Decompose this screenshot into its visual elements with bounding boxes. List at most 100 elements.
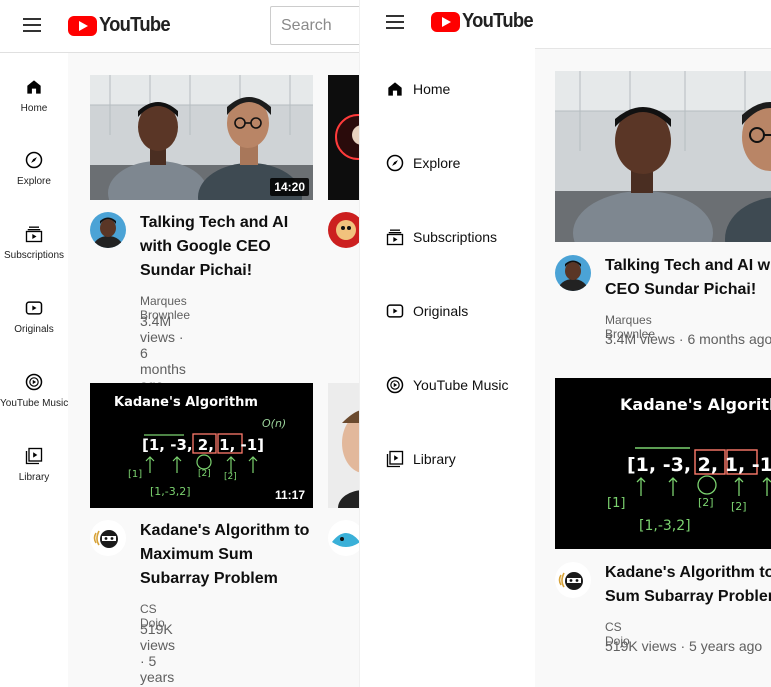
- video-title[interactable]: Kadane's Algorithm to Maximum Sum Subarr…: [140, 519, 340, 591]
- channel-avatar-partial[interactable]: [328, 520, 359, 556]
- hamburger-line: [386, 15, 404, 17]
- video-title-line: Talking Tech and AI wit: [605, 257, 771, 274]
- video-thumbnail[interactable]: 14:20: [90, 75, 313, 200]
- thumbnail-image-partial: [328, 383, 359, 508]
- guide-item-label: Library: [413, 451, 456, 467]
- video-title-line: Sum Subarray Problem: [605, 588, 771, 605]
- guide-item-originals[interactable]: Originals: [360, 291, 535, 331]
- video-thumbnail[interactable]: Kadane's Algorithm O(n) [1, -3, 2, 1, -1…: [90, 383, 313, 508]
- youtube-play-icon: [68, 15, 97, 36]
- logo-text: YouTube: [99, 14, 171, 36]
- mini-guide-label: Explore: [17, 176, 51, 187]
- channel-avatar[interactable]: [555, 562, 591, 598]
- avatar-image: [555, 255, 591, 291]
- hamburger-line: [23, 18, 41, 20]
- guide-item-label: Originals: [413, 303, 469, 319]
- mini-guide-label: YouTube Music: [0, 398, 69, 409]
- video-metadata: 519K views · 5 years ago: [140, 621, 176, 687]
- menu-button[interactable]: [386, 15, 404, 29]
- masthead: [535, 0, 771, 49]
- menu-button[interactable]: [23, 18, 41, 32]
- guide-item-label: YouTube Music: [413, 377, 509, 393]
- video-title-line: Kadane's Algorithm to: [140, 522, 310, 539]
- youtube-logo[interactable]: YouTube: [68, 14, 176, 37]
- mini-guide: Home Explore Subscriptions Originals You…: [0, 53, 68, 687]
- thumbnail-subarray: [1]: [128, 469, 142, 480]
- subscriptions-icon: [386, 229, 404, 246]
- thumbnail-array: [1, -3, 2, 1, -1]: [142, 436, 264, 454]
- mini-guide-library[interactable]: Library: [0, 446, 68, 483]
- thumbnail-note: O(n): [262, 417, 286, 430]
- guide-item-home[interactable]: Home: [360, 69, 535, 109]
- channel-avatar[interactable]: [90, 212, 126, 248]
- mini-guide-originals[interactable]: Originals: [0, 298, 68, 335]
- avatar-image: [328, 212, 359, 248]
- right-panel: YouTube Home Explore Subscriptions Origi…: [359, 0, 771, 687]
- video-thumbnail[interactable]: Kadane's Algorithm [1, -3, 2, 1, -1] [1]…: [555, 378, 771, 549]
- avatar-image: [555, 562, 591, 598]
- video-duration-badge: 14:20: [270, 178, 309, 196]
- guide-item-explore[interactable]: Explore: [360, 143, 535, 183]
- logo-text: YouTube: [462, 10, 534, 32]
- library-icon: [386, 450, 404, 468]
- guide-item-library[interactable]: Library: [360, 439, 535, 479]
- hamburger-line: [23, 30, 41, 32]
- guide-item-label: Explore: [413, 155, 461, 171]
- video-metadata: 3.4M views · 6 months ago: [140, 313, 186, 393]
- thumbnail-image-kadane: Kadane's Algorithm [1, -3, 2, 1, -1] [1]…: [555, 378, 771, 549]
- music-icon: [386, 376, 404, 394]
- thumbnail-subarray: [2]: [224, 472, 237, 482]
- left-panel: YouTube Home Explore Subscriptions Origi…: [0, 0, 359, 687]
- thumbnail-image-interview: [555, 71, 771, 242]
- library-icon: [25, 447, 43, 465]
- guide-item-label: Subscriptions: [413, 229, 498, 245]
- thumbnail-subarray: [1,-3,2]: [639, 518, 691, 534]
- video-duration-badge: 11:17: [270, 486, 309, 504]
- subscriptions-icon: [25, 226, 43, 243]
- compass-icon: [25, 151, 43, 169]
- mini-guide-label: Subscriptions: [3, 250, 65, 261]
- mini-guide-youtube-music[interactable]: YouTube Music: [0, 372, 68, 409]
- video-title[interactable]: Talking Tech and AI wit CEO Sundar Picha…: [605, 254, 771, 302]
- video-title[interactable]: Talking Tech and AI with Google CEO Sund…: [140, 211, 340, 283]
- guide-sidebar: YouTube Home Explore Subscriptions Origi…: [360, 0, 535, 687]
- music-icon: [25, 373, 43, 391]
- mini-guide-label: Home: [20, 103, 48, 114]
- mini-guide-home[interactable]: Home: [0, 77, 68, 114]
- video-title-line: Talking Tech and AI: [140, 214, 289, 231]
- thumbnail-subarray: [2]: [198, 469, 211, 479]
- home-icon: [27, 80, 41, 94]
- thumbnail-subarray: [1]: [607, 496, 625, 511]
- guide-item-subscriptions[interactable]: Subscriptions: [360, 217, 535, 257]
- channel-avatar-partial[interactable]: [328, 212, 359, 248]
- mini-guide-label: Library: [18, 472, 50, 483]
- channel-avatar[interactable]: [90, 520, 126, 556]
- youtube-logo[interactable]: YouTube: [431, 10, 539, 33]
- thumbnail-subarray: [2]: [698, 496, 714, 509]
- video-title-line: CEO Sundar Pichai!: [605, 281, 757, 298]
- originals-icon: [386, 304, 404, 318]
- video-title-line: Kadane's Algorithm to M: [605, 564, 771, 581]
- hamburger-line: [386, 27, 404, 29]
- guide-item-label: Home: [413, 81, 451, 97]
- avatar-image: [328, 520, 359, 556]
- mini-guide-explore[interactable]: Explore: [0, 150, 68, 187]
- compass-icon: [386, 154, 404, 172]
- video-title[interactable]: Kadane's Algorithm to M Sum Subarray Pro…: [605, 561, 771, 609]
- guide-item-youtube-music[interactable]: YouTube Music: [360, 365, 535, 405]
- channel-avatar[interactable]: [555, 255, 591, 291]
- video-metadata: 519K views · 5 years ago: [605, 638, 763, 654]
- avatar-image: [90, 520, 126, 556]
- video-thumbnail-partial[interactable]: [328, 383, 359, 508]
- thumbnail-subarray: [1,-3,2]: [150, 485, 191, 498]
- thumbnail-image-partial: [328, 75, 359, 200]
- video-thumbnail[interactable]: [555, 71, 771, 242]
- home-icon: [388, 82, 402, 96]
- hamburger-line: [23, 24, 41, 26]
- video-thumbnail-partial[interactable]: [328, 75, 359, 200]
- mini-guide-subscriptions[interactable]: Subscriptions: [0, 224, 68, 261]
- masthead: YouTube: [0, 0, 359, 53]
- thumbnail-subarray: [2]: [731, 500, 747, 513]
- search-input[interactable]: [270, 6, 359, 45]
- thumbnail-heading: Kadane's Algorithm: [114, 395, 258, 410]
